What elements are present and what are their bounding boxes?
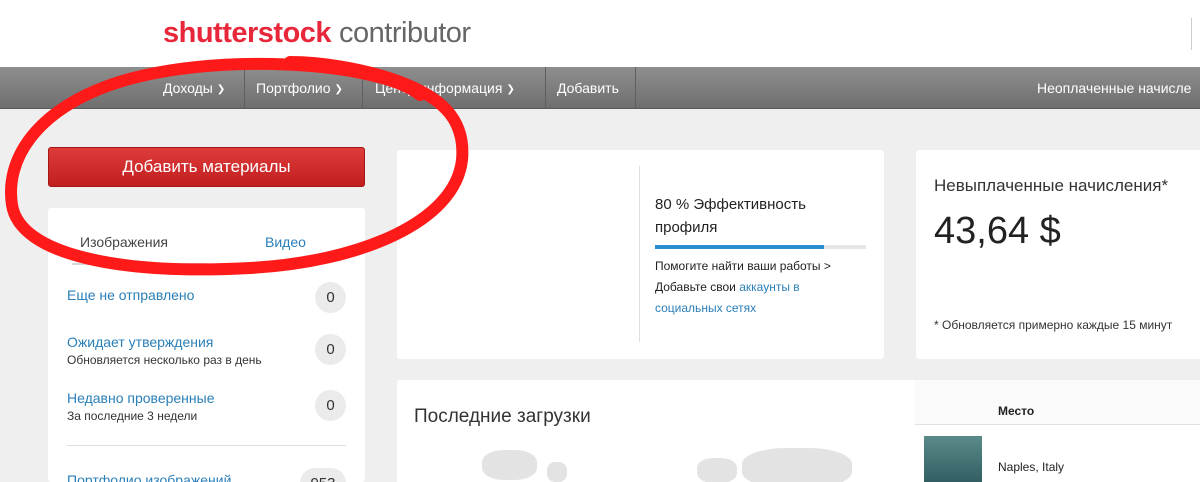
profile-progress-fill <box>655 245 824 249</box>
header-divider <box>1191 18 1192 50</box>
nav-upload-label: Добавить <box>557 80 619 96</box>
upload-thumbnail[interactable] <box>924 436 982 482</box>
image-portfolio-link[interactable]: Портфолио изображений <box>67 472 231 482</box>
nav-info-center[interactable]: Центр информация ❯ <box>375 67 515 109</box>
not-submitted-link[interactable]: Еще не отправлено <box>67 287 194 303</box>
pending-review-link[interactable]: Ожидает утверждения <box>67 334 213 350</box>
column-place-header: Место <box>998 404 1035 418</box>
nav-portfolio-label: Портфолио <box>256 80 331 96</box>
pending-review-subtitle: Обновляется несколько раз в день <box>67 353 262 367</box>
nav-unpaid-earnings-label: Неоплаченные начисле <box>1037 80 1192 96</box>
nav-divider <box>545 67 546 109</box>
nav-earnings-label: Доходы <box>163 80 213 96</box>
world-map <box>742 448 852 482</box>
card-divider <box>639 166 640 342</box>
earnings-update-note: * Обновляется примерно каждые 15 минут <box>934 318 1173 332</box>
chevron-down-icon: ❯ <box>216 84 226 95</box>
recently-reviewed-count: 0 <box>315 390 346 421</box>
sidebar-card: Изображения Видео Еще не отправлено 0 Ож… <box>48 208 365 482</box>
image-portfolio-count: 953 <box>300 468 346 482</box>
unpaid-earnings-amount: 43,64 $ <box>934 210 1061 252</box>
nav-unpaid-earnings[interactable]: Неоплаченные начисле <box>1037 67 1191 109</box>
profile-efficiency-title: 80 % Эффективность профиля <box>655 196 806 236</box>
logo[interactable]: shutterstock contributor <box>163 17 471 50</box>
world-map <box>547 462 567 482</box>
chevron-down-icon: ❯ <box>334 84 343 95</box>
header: shutterstock contributor <box>0 0 1200 67</box>
profile-help-prefix: Добавьте свои <box>655 280 740 294</box>
recent-uploads-card: Последние загрузки Место Naples, Italy <box>397 380 1200 482</box>
nav-portfolio[interactable]: Портфолио ❯ <box>256 67 343 109</box>
tab-images[interactable]: Изображения <box>80 234 168 250</box>
world-map <box>482 450 537 480</box>
profile-progress-bar <box>655 245 866 249</box>
uploads-table-header <box>915 380 1200 425</box>
pending-review-count: 0 <box>315 334 346 365</box>
unpaid-earnings-title: Невыплаченные начисления* <box>934 176 1169 195</box>
nav-info-center-label: Центр информация <box>375 80 503 96</box>
recently-reviewed-link[interactable]: Недавно проверенные <box>67 390 215 406</box>
main-nav: Доходы ❯ Портфолио ❯ Центр информация ❯ Доб… <box>0 67 1200 109</box>
sidebar-divider <box>67 445 346 446</box>
tab-active-indicator <box>72 263 207 265</box>
profile-help: Помогите найти ваши работы > Добавьте св… <box>655 256 855 319</box>
not-submitted-count: 0 <box>315 282 346 313</box>
nav-divider <box>244 67 245 109</box>
nav-divider <box>362 67 363 109</box>
earnings-card: Невыплаченные начисления* 43,64 $ * Обно… <box>916 150 1200 359</box>
recent-uploads-title: Последние загрузки <box>414 406 591 427</box>
nav-divider <box>635 67 636 109</box>
profile-card: 80 % Эффективность профиля Помогите найт… <box>397 150 884 359</box>
upload-place: Naples, Italy <box>998 460 1065 474</box>
world-map <box>697 458 737 482</box>
nav-earnings[interactable]: Доходы ❯ <box>163 67 225 109</box>
logo-brand: shutterstock <box>163 17 332 49</box>
add-content-button[interactable]: Добавить материалы <box>48 147 365 187</box>
profile-help-line[interactable]: Помогите найти ваши работы > <box>655 256 855 277</box>
tab-video[interactable]: Видео <box>265 234 306 250</box>
chevron-down-icon: ❯ <box>506 84 515 95</box>
recently-reviewed-subtitle: За последние 3 недели <box>67 409 198 423</box>
nav-upload[interactable]: Добавить <box>557 67 619 109</box>
logo-product: contributor <box>339 17 471 49</box>
